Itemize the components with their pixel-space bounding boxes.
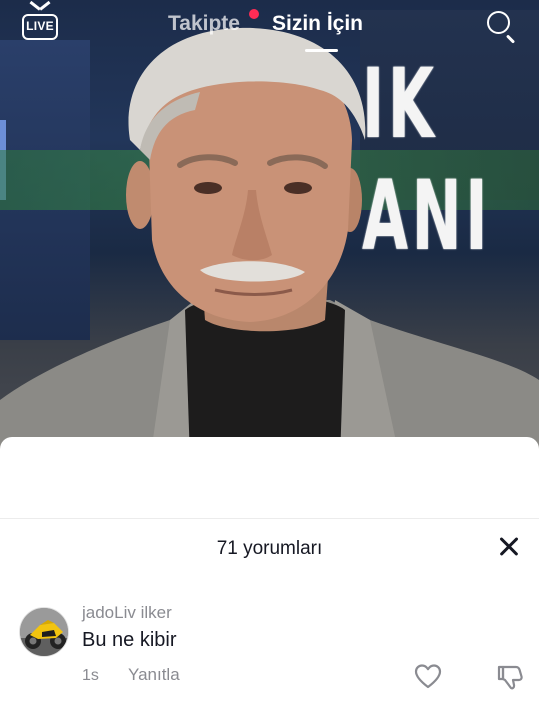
sheet-divider <box>0 518 539 519</box>
comment-count: 71 yorumları <box>216 538 323 559</box>
reply-button[interactable]: Yanıtla <box>128 665 180 685</box>
thumbs-down-icon <box>497 665 523 690</box>
tab-following[interactable]: Takipte <box>168 12 240 36</box>
heart-outline-icon <box>414 664 442 689</box>
like-button[interactable] <box>414 663 442 689</box>
search-icon <box>487 11 510 34</box>
close-button[interactable] <box>499 536 519 557</box>
comments-sheet: 71 yorumları jadoLiv ilker Bu ne kibir 1… <box>0 437 539 719</box>
comment-username[interactable]: jadoLiv ilker <box>82 603 172 623</box>
avatar[interactable] <box>19 607 69 657</box>
notification-dot <box>249 9 259 19</box>
comment-item: jadoLiv ilker Bu ne kibir 1s Yanıtla <box>0 599 539 709</box>
comment-time: 1s <box>82 667 99 684</box>
dislike-button[interactable] <box>496 663 524 691</box>
comment-text: Bu ne kibir <box>82 629 177 651</box>
video-player[interactable]: IK ANI <box>0 0 539 460</box>
motorcycle-avatar <box>20 608 68 656</box>
active-tab-indicator <box>305 49 338 52</box>
search-button[interactable] <box>484 8 518 44</box>
feed-tabs: Takipte Sizin İçin <box>0 9 539 56</box>
video-person <box>0 27 539 460</box>
tab-for-you[interactable]: Sizin İçin <box>272 12 363 36</box>
